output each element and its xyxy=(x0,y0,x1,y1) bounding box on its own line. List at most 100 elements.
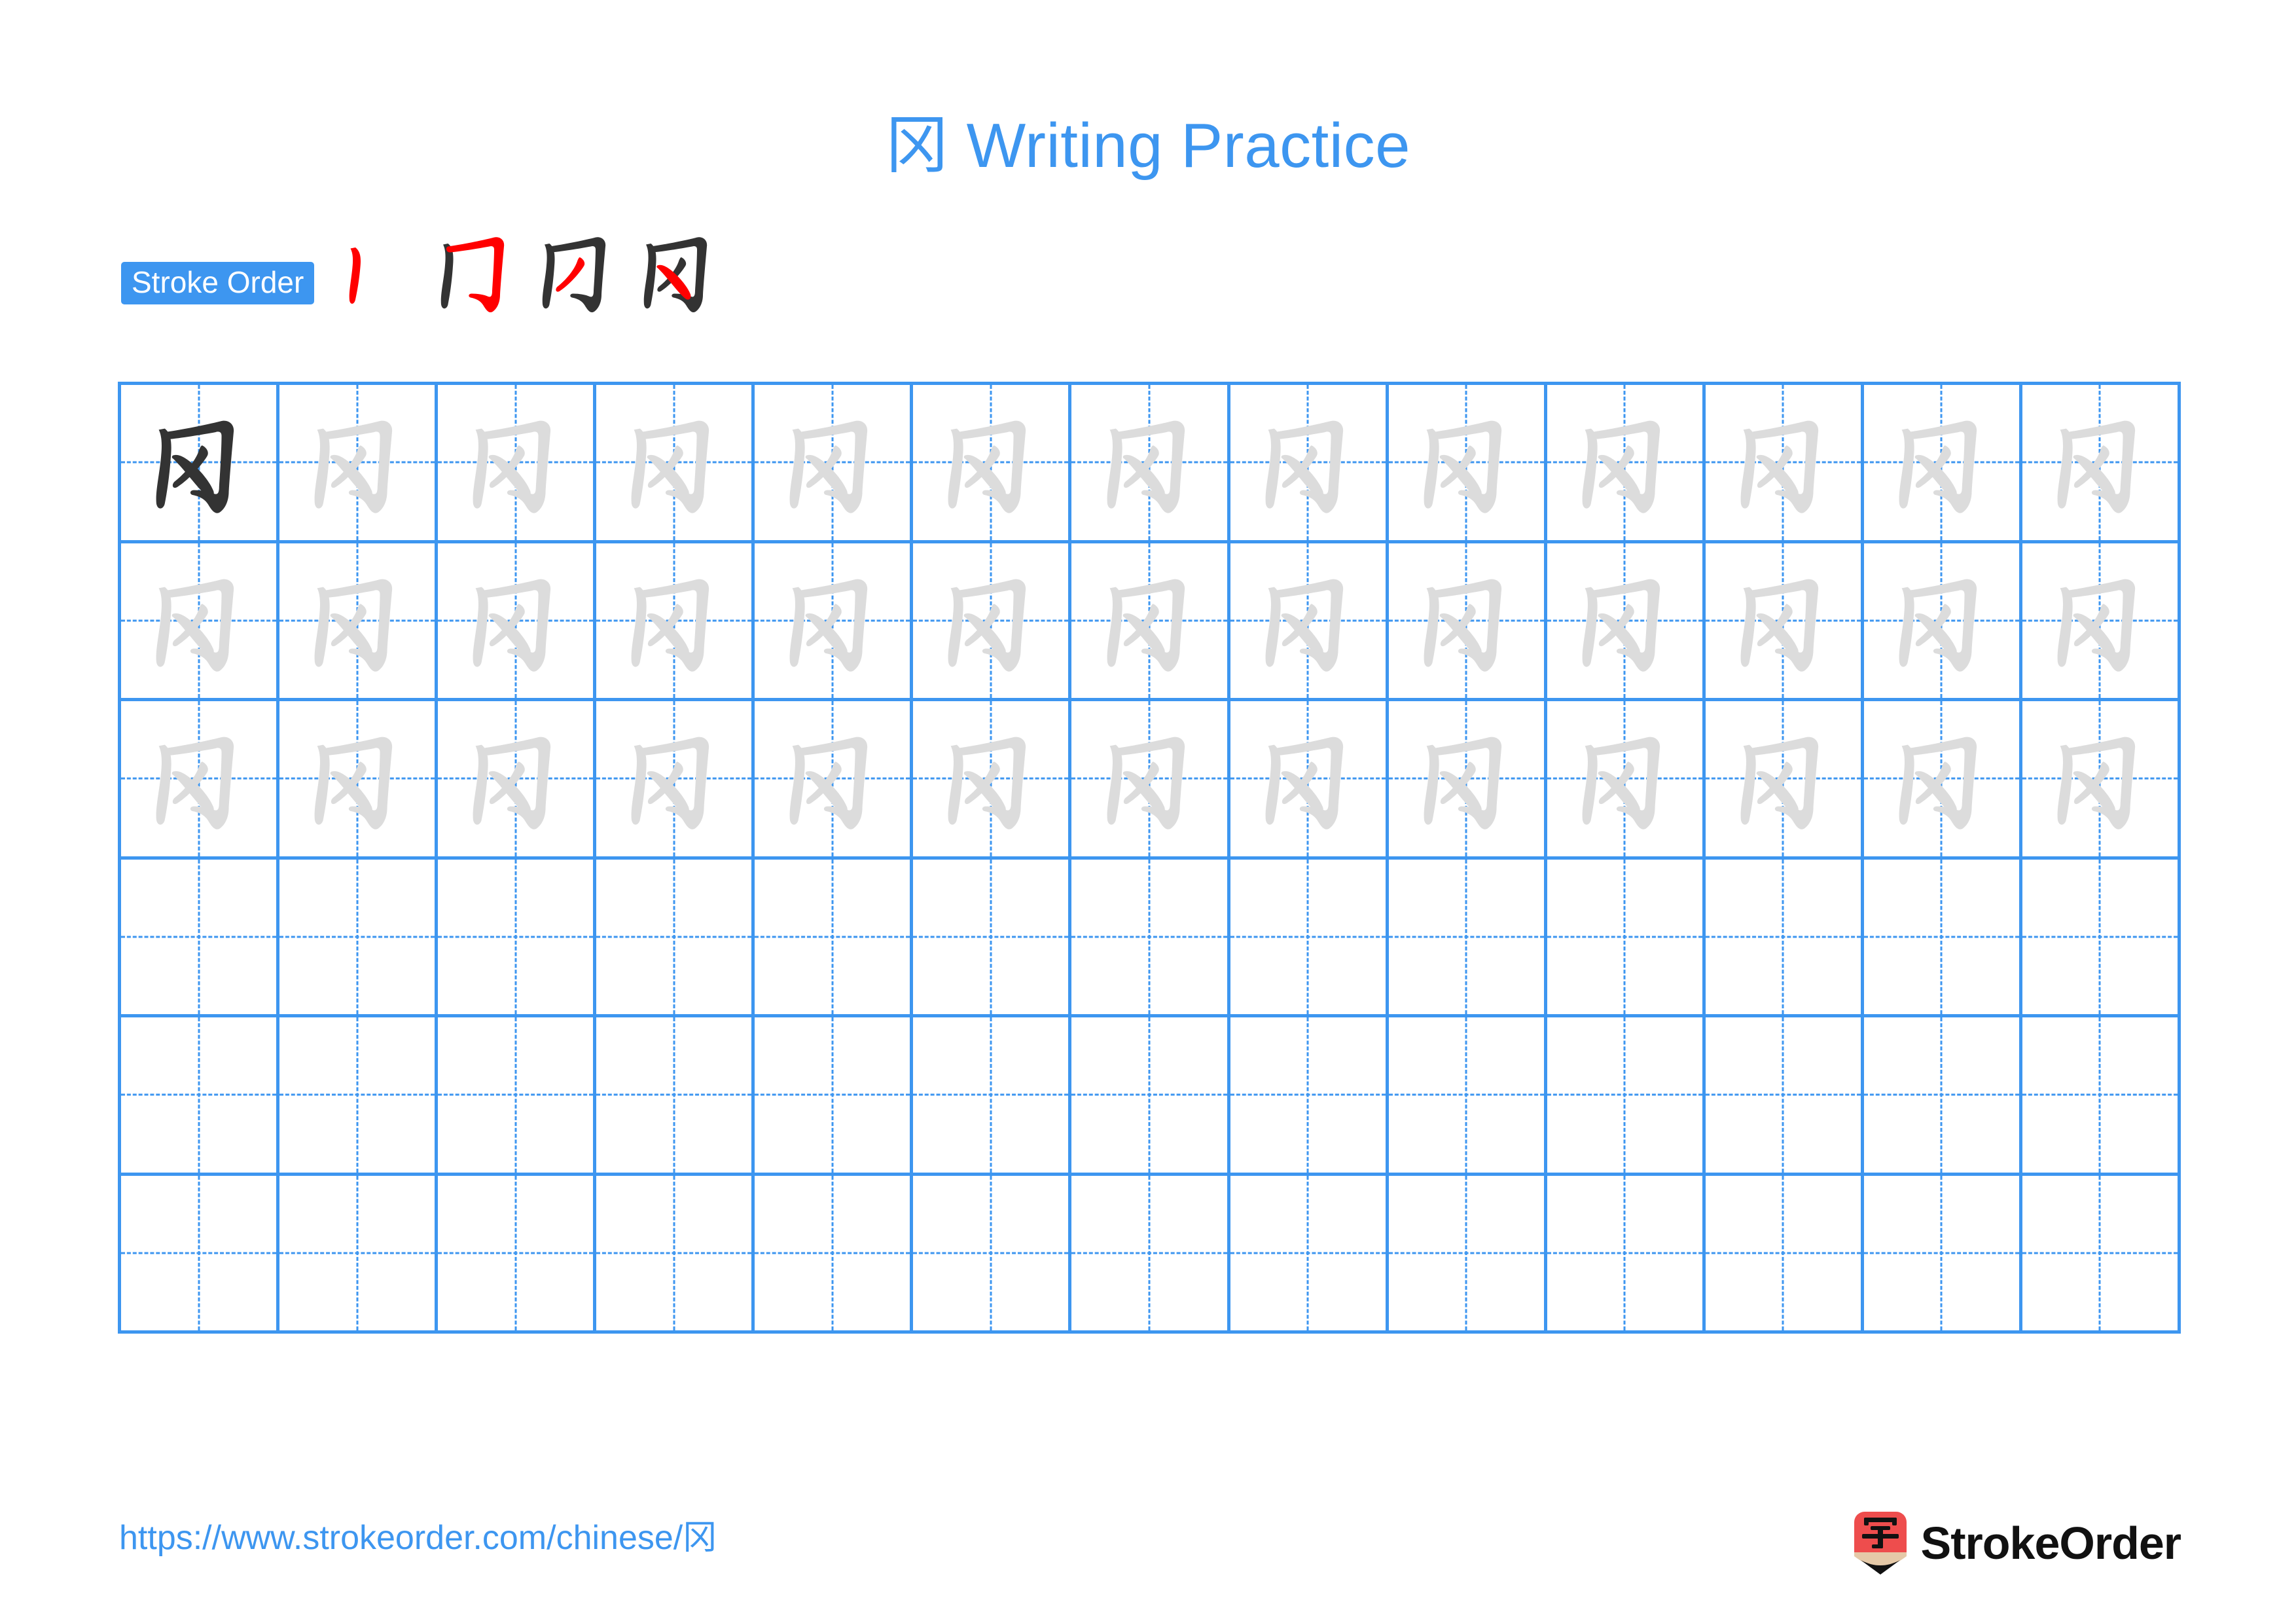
practice-cell[interactable] xyxy=(596,543,755,701)
practice-cell[interactable] xyxy=(913,1017,1072,1176)
practice-cell[interactable] xyxy=(913,1175,1072,1334)
practice-cell[interactable] xyxy=(438,385,597,543)
practice-cell[interactable] xyxy=(2022,1175,2181,1334)
source-url-link[interactable]: https://www.strokeorder.com/chinese/冈 xyxy=(119,1518,717,1558)
practice-cell[interactable] xyxy=(438,543,597,701)
practice-cell[interactable] xyxy=(1863,385,2022,543)
practice-cell[interactable] xyxy=(1388,701,1547,860)
practice-cell[interactable] xyxy=(279,1017,439,1176)
practice-cell[interactable] xyxy=(2022,385,2181,543)
practice-cell[interactable] xyxy=(755,1017,914,1176)
practice-cell[interactable] xyxy=(1863,543,2022,701)
practice-cell[interactable] xyxy=(1071,859,1230,1017)
practice-cell[interactable] xyxy=(1547,385,1706,543)
practice-cell[interactable] xyxy=(1705,701,1864,860)
practice-character xyxy=(1071,543,1227,699)
practice-character xyxy=(279,543,435,699)
practice-cell[interactable] xyxy=(2022,543,2181,701)
practice-cell[interactable] xyxy=(913,859,1072,1017)
practice-character xyxy=(1547,385,1702,540)
practice-cell[interactable] xyxy=(1071,385,1230,543)
stroke-order-badge: Stroke Order xyxy=(121,261,315,304)
practice-cell[interactable] xyxy=(279,385,439,543)
practice-cell[interactable] xyxy=(1230,701,1389,860)
practice-cell[interactable] xyxy=(2022,1017,2181,1176)
practice-cell[interactable] xyxy=(1705,1175,1864,1334)
practice-cell[interactable] xyxy=(913,385,1072,543)
practice-grid[interactable] xyxy=(118,382,2181,1334)
practice-cell[interactable] xyxy=(1863,701,2022,860)
stroke-step-2 xyxy=(425,222,526,320)
practice-character xyxy=(755,543,910,699)
practice-cell[interactable] xyxy=(596,859,755,1017)
practice-cell[interactable] xyxy=(438,1017,597,1176)
practice-cell[interactable] xyxy=(121,1175,280,1334)
practice-cell[interactable] xyxy=(1230,859,1389,1017)
practice-cell[interactable] xyxy=(1388,543,1547,701)
practice-cell[interactable] xyxy=(1863,1017,2022,1176)
practice-cell[interactable] xyxy=(1388,1175,1547,1334)
practice-cell[interactable] xyxy=(1388,1017,1547,1176)
stroke-order-steps xyxy=(323,237,729,320)
practice-cell[interactable] xyxy=(1230,1017,1389,1176)
practice-character xyxy=(596,543,751,699)
practice-character xyxy=(279,385,435,540)
practice-cell[interactable] xyxy=(1547,701,1706,860)
practice-cell[interactable] xyxy=(121,1017,280,1176)
practice-character xyxy=(596,701,751,856)
practice-cell[interactable] xyxy=(279,859,439,1017)
practice-cell[interactable] xyxy=(279,1175,439,1334)
practice-cell[interactable] xyxy=(1705,1017,1864,1176)
practice-character xyxy=(279,701,435,856)
practice-cell[interactable] xyxy=(1230,543,1389,701)
practice-cell[interactable] xyxy=(1547,1017,1706,1176)
practice-cell[interactable] xyxy=(438,701,597,860)
practice-cell[interactable] xyxy=(1863,859,2022,1017)
practice-cell[interactable] xyxy=(1071,543,1230,701)
practice-cell[interactable] xyxy=(1547,859,1706,1017)
practice-cell[interactable] xyxy=(596,701,755,860)
practice-cell[interactable] xyxy=(279,701,439,860)
practice-cell[interactable] xyxy=(279,543,439,701)
practice-cell[interactable] xyxy=(596,385,755,543)
practice-cell[interactable] xyxy=(755,385,914,543)
practice-cell[interactable] xyxy=(755,701,914,860)
stroke-order-section: Stroke Order xyxy=(121,237,729,313)
practice-cell[interactable] xyxy=(1863,1175,2022,1334)
practice-cell[interactable] xyxy=(2022,701,2181,860)
practice-cell[interactable] xyxy=(1547,543,1706,701)
practice-cell[interactable] xyxy=(121,543,280,701)
practice-cell[interactable] xyxy=(1071,701,1230,860)
practice-cell[interactable] xyxy=(121,859,280,1017)
practice-cell[interactable] xyxy=(2022,859,2181,1017)
practice-cell[interactable] xyxy=(1388,859,1547,1017)
practice-cell[interactable] xyxy=(1071,1017,1230,1176)
stroke-step-4 xyxy=(628,222,729,320)
practice-cell[interactable] xyxy=(913,701,1072,860)
practice-cell[interactable] xyxy=(755,859,914,1017)
practice-character xyxy=(1547,701,1702,856)
practice-cell[interactable] xyxy=(1705,385,1864,543)
practice-cell[interactable] xyxy=(913,543,1072,701)
practice-cell[interactable] xyxy=(1547,1175,1706,1334)
practice-character xyxy=(1547,543,1702,699)
practice-cell[interactable] xyxy=(438,859,597,1017)
practice-cell[interactable] xyxy=(1230,1175,1389,1334)
practice-cell[interactable] xyxy=(596,1017,755,1176)
practice-character xyxy=(1071,385,1227,540)
practice-cell[interactable] xyxy=(1388,385,1547,543)
practice-cell[interactable] xyxy=(121,385,280,543)
practice-character xyxy=(121,701,276,856)
practice-cell[interactable] xyxy=(1071,1175,1230,1334)
practice-cell[interactable] xyxy=(596,1175,755,1334)
practice-character xyxy=(438,701,593,856)
practice-cell[interactable] xyxy=(121,701,280,860)
pencil-logo-icon xyxy=(1854,1512,1907,1575)
practice-cell[interactable] xyxy=(1705,859,1864,1017)
practice-cell[interactable] xyxy=(1705,543,1864,701)
practice-cell[interactable] xyxy=(755,1175,914,1334)
practice-cell[interactable] xyxy=(438,1175,597,1334)
practice-character xyxy=(913,701,1068,856)
practice-cell[interactable] xyxy=(755,543,914,701)
practice-cell[interactable] xyxy=(1230,385,1389,543)
